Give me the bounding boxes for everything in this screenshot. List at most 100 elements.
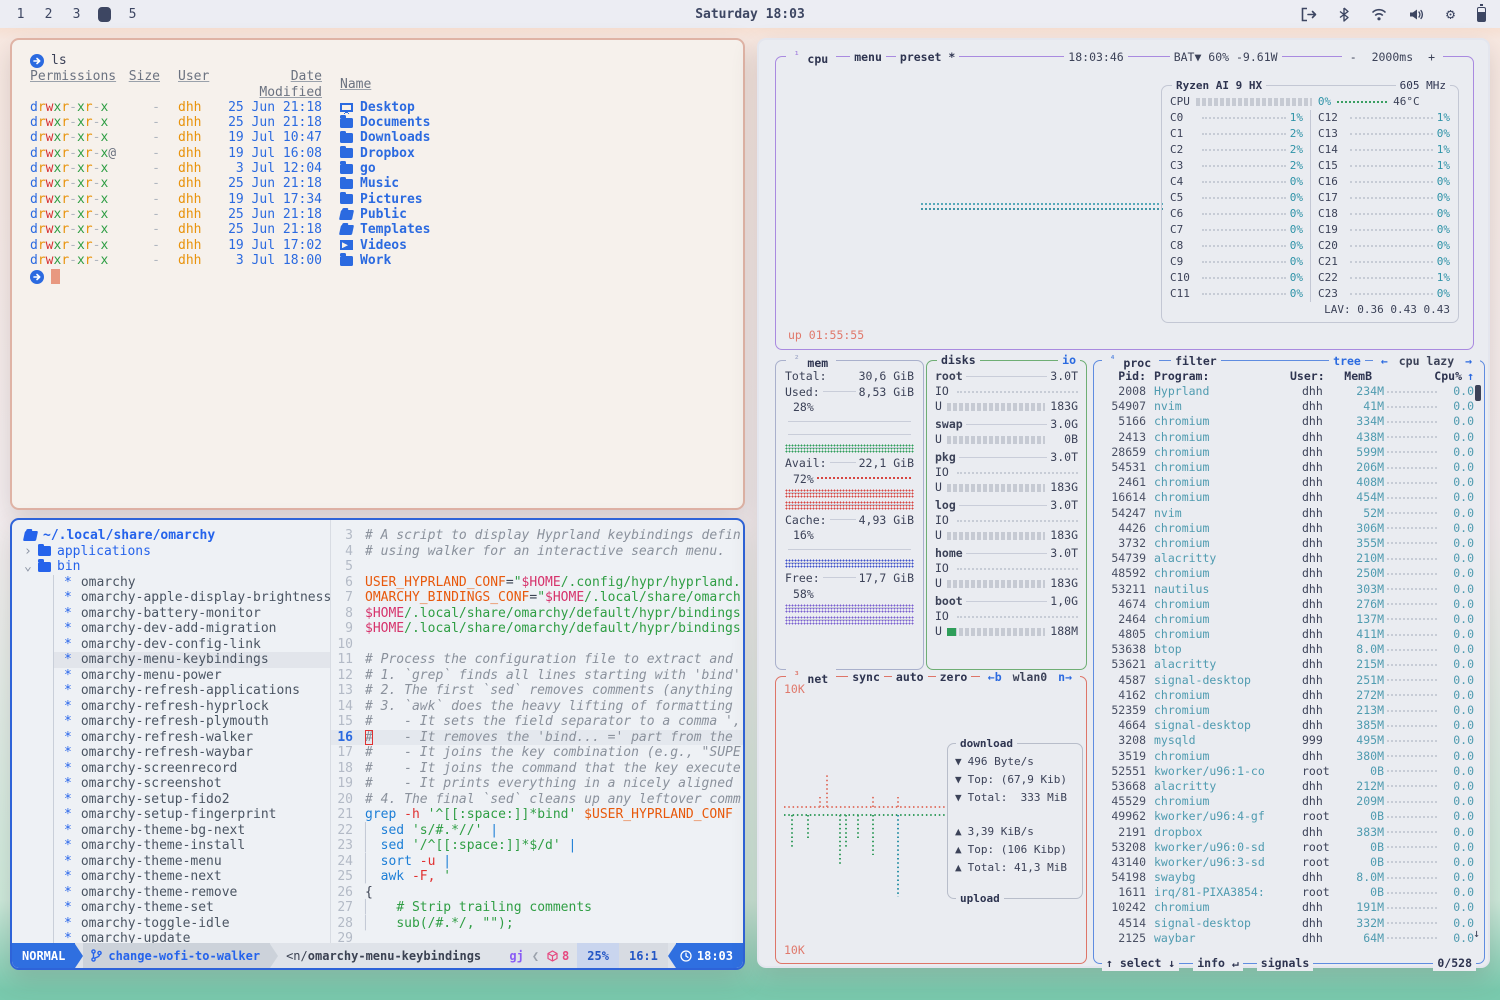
process-row[interactable]: 54531 chromium dhh 206M 0.0 bbox=[1104, 460, 1474, 475]
code-editor[interactable]: 3 # A script to display Hyprland keybind… bbox=[330, 520, 743, 943]
process-row[interactable]: 1611 irq/81-PIXA3854: root 0B 0.0 bbox=[1104, 885, 1474, 900]
tree-script-item[interactable]: * omarchy-refresh-waybar bbox=[54, 745, 330, 761]
info-hint[interactable]: info ↵ bbox=[1193, 956, 1243, 971]
logout-icon[interactable] bbox=[1300, 7, 1317, 22]
net-auto-button[interactable]: auto bbox=[892, 670, 928, 685]
tree-script-list: * omarchy * omarchy-apple-display-bright… bbox=[53, 575, 330, 944]
tree-script-item[interactable]: * omarchy-theme-remove bbox=[54, 885, 330, 901]
process-row[interactable]: 3732 chromium dhh 355M 0.0 bbox=[1104, 536, 1474, 551]
process-row[interactable]: 4674 chromium dhh 276M 0.0 bbox=[1104, 597, 1474, 612]
process-row[interactable]: 4426 chromium dhh 306M 0.0 bbox=[1104, 521, 1474, 536]
refresh-interval-control[interactable]: - 2000ms + bbox=[1342, 50, 1443, 65]
process-row[interactable]: 54907 nvim dhh 41M 0.0 bbox=[1104, 399, 1474, 414]
process-row[interactable]: 28659 chromium dhh 599M 0.0 bbox=[1104, 445, 1474, 460]
process-row[interactable]: 2008 Hyprland dhh 234M 0.0 bbox=[1104, 384, 1474, 399]
tree-script-item[interactable]: * omarchy-setup-fido2 bbox=[54, 792, 330, 808]
tree-script-item[interactable]: * omarchy-apple-display-brightness bbox=[54, 590, 330, 606]
tree-script-item[interactable]: * omarchy-screenrecord bbox=[54, 761, 330, 777]
ls-row: drwxr-xr-x - dhh 19 Jul 10:47 Downloads bbox=[30, 130, 725, 145]
git-branch[interactable]: change-wofi-to-walker bbox=[83, 943, 270, 968]
gear-icon[interactable]: ⚙ bbox=[1446, 7, 1455, 22]
terminal-input-line[interactable] bbox=[30, 269, 725, 284]
battery-icon[interactable] bbox=[1477, 7, 1486, 22]
bluetooth-icon[interactable] bbox=[1339, 7, 1349, 22]
tree-script-item[interactable]: * omarchy-menu-keybindings bbox=[54, 652, 330, 668]
process-row[interactable]: 49962 kworker/u96:4-gf root 0B 0.0 bbox=[1104, 809, 1474, 824]
tree-script-item[interactable]: * omarchy-dev-config-link bbox=[54, 637, 330, 653]
tree-script-item[interactable]: * omarchy-theme-install bbox=[54, 838, 330, 854]
process-row[interactable]: 52359 chromium dhh 213M 0.0 bbox=[1104, 703, 1474, 718]
process-scrollbar[interactable] bbox=[1475, 385, 1481, 401]
sort-column-switcher[interactable]: ← cpu lazy → bbox=[1373, 354, 1480, 369]
tree-script-item[interactable]: * omarchy-screenshot bbox=[54, 776, 330, 792]
process-row[interactable]: 3208 mysqld 999 495M 0.0 bbox=[1104, 733, 1474, 748]
process-row[interactable]: 10242 chromium dhh 191M 0.0 bbox=[1104, 900, 1474, 915]
tree-script-item[interactable]: * omarchy-setup-fingerprint bbox=[54, 807, 330, 823]
process-row[interactable]: 54198 swaybg dhh 8.0M 0.0 bbox=[1104, 870, 1474, 885]
process-row[interactable]: 53638 btop dhh 8.0M 0.0 bbox=[1104, 642, 1474, 657]
interface-switcher[interactable]: ←b wlan0 n→ bbox=[980, 670, 1080, 685]
process-row[interactable]: 43140 kworker/u96:3-sd root 0B 0.0 bbox=[1104, 855, 1474, 870]
process-row[interactable]: 2461 chromium dhh 408M 0.0 bbox=[1104, 475, 1474, 490]
net-sync-button[interactable]: sync bbox=[848, 670, 884, 685]
tree-script-item[interactable]: * omarchy-theme-next bbox=[54, 869, 330, 885]
io-mode-button[interactable]: io bbox=[1058, 353, 1080, 368]
process-row[interactable]: 53208 kworker/u96:0-sd root 0B 0.0 bbox=[1104, 840, 1474, 855]
process-row[interactable]: 48592 chromium dhh 250M 0.0 bbox=[1104, 566, 1474, 581]
tree-root[interactable]: ~/.local/share/omarchy bbox=[24, 528, 330, 544]
cpu-usage-graph bbox=[921, 203, 1163, 210]
tree-script-item[interactable]: * omarchy-battery-monitor bbox=[54, 606, 330, 622]
wifi-icon[interactable] bbox=[1371, 8, 1387, 21]
process-row[interactable]: 3519 chromium dhh 380M 0.0 bbox=[1104, 749, 1474, 764]
file-name: Music bbox=[340, 176, 399, 191]
process-row[interactable]: 4162 chromium dhh 272M 0.0 bbox=[1104, 688, 1474, 703]
process-row[interactable]: 16614 chromium dhh 454M 0.0 bbox=[1104, 490, 1474, 505]
preset-button[interactable]: preset * bbox=[896, 50, 959, 65]
process-row[interactable]: 54247 nvim dhh 52M 0.0 bbox=[1104, 506, 1474, 521]
volume-icon[interactable] bbox=[1409, 8, 1424, 21]
process-row[interactable]: 2125 waybar dhh 64M 0.0 bbox=[1104, 931, 1474, 946]
tree-script-item[interactable]: * omarchy-refresh-plymouth bbox=[54, 714, 330, 730]
tree-script-item[interactable]: * omarchy-refresh-applications bbox=[54, 683, 330, 699]
process-row[interactable]: 45529 chromium dhh 209M 0.0 bbox=[1104, 794, 1474, 809]
process-row[interactable]: 53621 alacritty dhh 215M 0.0 bbox=[1104, 657, 1474, 672]
tree-script-item[interactable]: * omarchy-theme-menu bbox=[54, 854, 330, 870]
process-row[interactable]: 2464 chromium dhh 137M 0.0 bbox=[1104, 612, 1474, 627]
menu-button[interactable]: menu bbox=[850, 50, 886, 65]
process-row[interactable]: 4664 signal-desktop dhh 385M 0.0 bbox=[1104, 718, 1474, 733]
process-row[interactable]: 4587 signal-desktop dhh 251M 0.0 bbox=[1104, 673, 1474, 688]
tree-script-item[interactable]: * omarchy-dev-add-migration bbox=[54, 621, 330, 637]
select-hint[interactable]: ↑ select ↓ bbox=[1102, 956, 1179, 971]
process-row[interactable]: 2413 chromium dhh 438M 0.0 bbox=[1104, 430, 1474, 445]
terminal-cursor[interactable] bbox=[51, 269, 60, 284]
process-row[interactable]: 2191 dropbox dhh 383M 0.0 bbox=[1104, 824, 1474, 839]
process-row[interactable]: 5166 chromium dhh 334M 0.0 bbox=[1104, 414, 1474, 429]
net-zero-button[interactable]: zero bbox=[936, 670, 972, 685]
tree-script-item[interactable]: * omarchy-toggle-idle bbox=[54, 916, 330, 932]
tree-script-item[interactable]: * omarchy-theme-bg-next bbox=[54, 823, 330, 839]
tree-script-item[interactable]: * omarchy-refresh-walker bbox=[54, 730, 330, 746]
tree-toggle-button[interactable]: tree bbox=[1329, 354, 1365, 369]
terminal-prompt-line: ls bbox=[30, 53, 725, 68]
code-line: 17 # - It joins the key combination (e.g… bbox=[331, 745, 743, 761]
tree-script-item[interactable]: * omarchy bbox=[54, 575, 330, 591]
tree-script-item[interactable]: * omarchy-refresh-hyprlock bbox=[54, 699, 330, 715]
process-row[interactable]: 54739 alacritty dhh 210M 0.0 bbox=[1104, 551, 1474, 566]
code-line: 14 # 3. `awk` does the heavy lifting of … bbox=[331, 699, 743, 715]
memory-stat-row: 72% bbox=[776, 471, 923, 487]
file-size: - bbox=[122, 222, 160, 237]
tree-folder[interactable]: › applications bbox=[24, 544, 330, 560]
process-row[interactable]: 52551 kworker/u96:1-co root 0B 0.0 bbox=[1104, 764, 1474, 779]
tree-script-item[interactable]: * omarchy-update bbox=[54, 931, 330, 943]
line-number: 8 bbox=[331, 606, 365, 622]
scroll-down-indicator[interactable]: ↓ bbox=[1473, 926, 1480, 941]
process-row[interactable]: 53211 nautilus dhh 303M 0.0 bbox=[1104, 581, 1474, 596]
tree-script-item[interactable]: * omarchy-menu-power bbox=[54, 668, 330, 684]
tree-script-item[interactable]: * omarchy-theme-set bbox=[54, 900, 330, 916]
tree-folder[interactable]: ⌄ bin bbox=[24, 559, 330, 575]
process-row[interactable]: 4805 chromium dhh 411M 0.0 bbox=[1104, 627, 1474, 642]
process-row[interactable]: 4514 signal-desktop dhh 332M 0.0 bbox=[1104, 916, 1474, 931]
signals-hint[interactable]: signals bbox=[1257, 956, 1313, 971]
filter-button[interactable]: filter bbox=[1171, 354, 1221, 369]
process-row[interactable]: 53668 alacritty dhh 212M 0.0 bbox=[1104, 779, 1474, 794]
